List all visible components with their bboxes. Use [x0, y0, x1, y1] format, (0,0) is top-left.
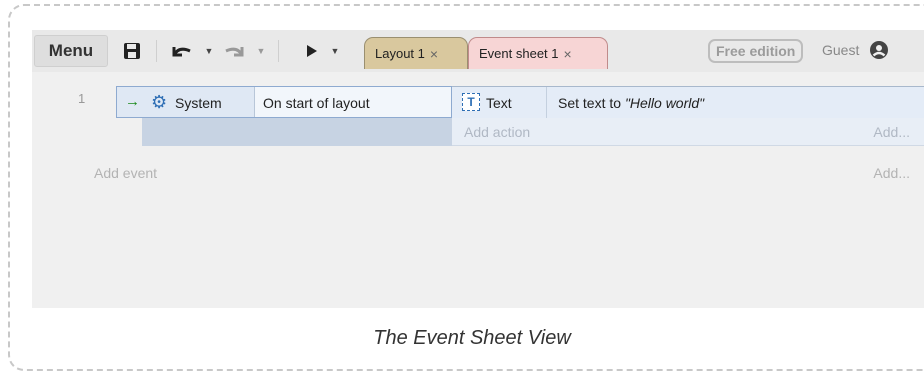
add-event-link[interactable]: Add event [94, 165, 157, 181]
redo-dropdown-icon[interactable]: ▼ [256, 46, 266, 56]
arrow-right-icon: → [125, 93, 140, 110]
condition-text[interactable]: On start of layout [263, 95, 370, 111]
close-icon[interactable]: × [564, 46, 572, 62]
gear-icon: ⚙ [151, 92, 168, 112]
toolbar-divider [278, 40, 279, 62]
add-more-link-2[interactable]: Add... [873, 165, 910, 181]
divider [546, 87, 547, 118]
action-text-prefix: Set text to [558, 95, 625, 111]
divider [254, 87, 255, 117]
save-icon[interactable] [122, 40, 142, 62]
undo-icon[interactable] [170, 41, 194, 61]
close-icon[interactable]: × [430, 46, 438, 62]
text-object-icon: T [462, 93, 480, 111]
event-sheet: 1 → ⚙ System On start of layout T Text S… [32, 72, 924, 308]
undo-dropdown-icon[interactable]: ▼ [204, 46, 214, 56]
free-edition-badge[interactable]: Free edition [708, 39, 804, 63]
construct-editor: Menu ▼ ▼ ▼ Layout 1 × Event sheet 1 × Fr… [32, 30, 924, 308]
toolbar-divider [156, 40, 157, 62]
user-label[interactable]: Guest [822, 42, 859, 58]
figure-caption: The Event Sheet View [373, 327, 571, 349]
event-number: 1 [78, 91, 86, 106]
action-object: Text [486, 95, 512, 111]
user-circle-icon[interactable] [870, 41, 888, 59]
condition-block[interactable]: → ⚙ System On start of layout [116, 86, 452, 118]
menu-button[interactable]: Menu [34, 35, 108, 67]
action-text-value: "Hello world" [624, 95, 705, 111]
tab-label: Layout 1 [375, 46, 425, 61]
add-more-link[interactable]: Add... [873, 124, 910, 140]
tab-event-sheet-1[interactable]: Event sheet 1 × [468, 37, 608, 69]
condition-sub-row [142, 118, 452, 146]
add-action-link[interactable]: Add action [464, 124, 530, 140]
add-action-row: Add action Add... [452, 118, 924, 146]
condition-object: System [175, 95, 222, 111]
play-icon[interactable] [304, 42, 320, 60]
play-dropdown-icon[interactable]: ▼ [330, 46, 340, 56]
action-text[interactable]: Set text to "Hello world" [558, 95, 704, 111]
redo-icon[interactable] [222, 41, 246, 61]
toolbar: Menu ▼ ▼ ▼ Layout 1 × Event sheet 1 × Fr… [32, 30, 924, 72]
tab-layout-1[interactable]: Layout 1 × [364, 37, 468, 69]
action-block[interactable]: T Text Set text to "Hello world" [452, 86, 924, 118]
tab-label: Event sheet 1 [479, 46, 559, 61]
